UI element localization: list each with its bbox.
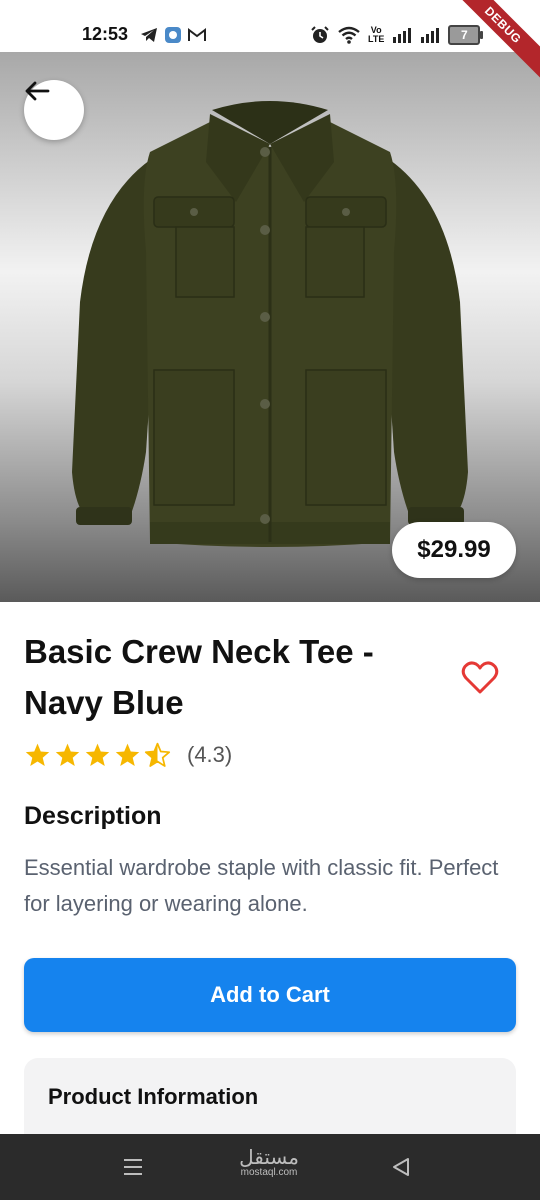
star-icon (55, 743, 80, 767)
product-title: Basic Crew Neck Tee - Navy Blue (24, 633, 374, 721)
description-text: Essential wardrobe staple with classic f… (24, 855, 499, 916)
navigation-bar: مستقل mostaql.com (0, 1134, 540, 1200)
favorite-button[interactable] (460, 658, 500, 698)
wifi-icon (338, 26, 360, 44)
price-badge: $29.99 (392, 522, 516, 578)
recent-apps-icon[interactable] (122, 1156, 144, 1178)
rating-stars (24, 742, 171, 768)
product-image (0, 52, 540, 602)
back-triangle-icon[interactable] (390, 1156, 412, 1178)
star-half-icon (144, 742, 171, 767)
star-icon (25, 743, 50, 767)
volte-indicator: Vo LTE (368, 25, 385, 44)
battery-icon: 7 (448, 25, 484, 45)
rating: (4.3) (24, 742, 232, 768)
add-to-cart-button[interactable]: Add to Cart (24, 958, 516, 1032)
arrow-left-icon (25, 81, 50, 101)
jacket-illustration (72, 101, 468, 547)
status-bar: 12:53 Vo LTE 7 DEBUG (0, 0, 540, 86)
app-icon (165, 27, 181, 43)
star-icon (85, 743, 110, 767)
status-system-icons: Vo LTE 7 (310, 25, 484, 45)
heart-outline-icon (461, 661, 499, 694)
alarm-icon (311, 26, 329, 43)
star-icon (115, 743, 140, 767)
status-time: 12:53 (82, 24, 129, 44)
gmail-icon (188, 28, 206, 41)
status-notification-icons (140, 26, 206, 44)
description-heading: Description (24, 802, 162, 830)
product-information-title: Product Information (48, 1084, 259, 1109)
telegram-icon (141, 28, 157, 42)
signal-icon-sim1 (393, 28, 412, 43)
back-button[interactable] (24, 80, 84, 140)
rating-value: (4.3) (187, 742, 233, 767)
watermark-logo: مستقل mostaql.com (239, 1145, 299, 1178)
signal-icon-sim2 (421, 28, 440, 43)
